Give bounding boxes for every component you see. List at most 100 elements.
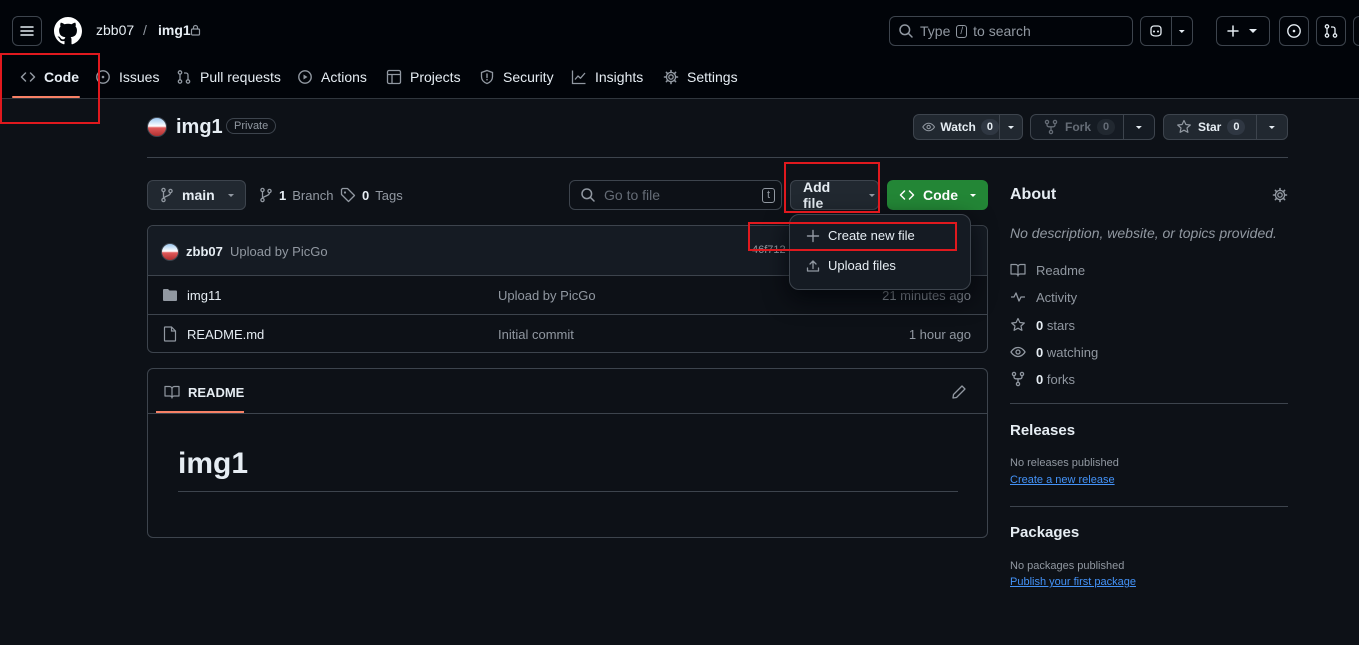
about-readme-link[interactable]: Readme: [1010, 262, 1085, 278]
copilot-icon: [1150, 25, 1162, 37]
global-search-input[interactable]: Type / to search: [889, 16, 1133, 46]
about-title: About: [1010, 186, 1057, 203]
tags-link[interactable]: 0 Tags: [340, 187, 403, 203]
about-watching-link[interactable]: 0 watching: [1010, 344, 1098, 360]
about-item-label: Readme: [1036, 262, 1086, 278]
branches-link[interactable]: 1 Branch: [259, 187, 333, 203]
go-to-file-input[interactable]: Go to file t: [569, 180, 782, 210]
star-icon: [1177, 119, 1191, 133]
tab-label: Issues: [119, 69, 160, 85]
watch-button[interactable]: Watch 0: [913, 114, 1023, 140]
file-commit-message[interactable]: Upload by PicGo: [498, 288, 596, 303]
branches-count: 1: [279, 187, 287, 203]
fork-button[interactable]: Fork 0: [1030, 114, 1155, 140]
breadcrumb-repo[interactable]: img1: [158, 22, 191, 38]
plus-icon: [1227, 25, 1257, 37]
chevron-down-icon: [227, 194, 234, 197]
tag-icon: [340, 187, 356, 203]
tab-projects[interactable]: Projects: [386, 66, 461, 88]
menu-item-upload-files[interactable]: Upload files: [806, 258, 896, 273]
copilot-button[interactable]: [1140, 16, 1193, 46]
annotation-box-create-new-file: [748, 222, 957, 251]
fork-icon: [1011, 371, 1025, 387]
about-activity-link[interactable]: Activity: [1010, 289, 1077, 305]
fork-icon: [1044, 119, 1058, 135]
tab-label: Actions: [321, 69, 367, 85]
sidebar-divider: [1010, 506, 1288, 507]
readme-tab[interactable]: README: [164, 384, 244, 400]
search-icon: [899, 24, 913, 38]
star-count: 0: [1227, 119, 1246, 135]
book-icon: [164, 385, 180, 399]
file-updated-time: 21 minutes ago: [882, 288, 971, 303]
pull-request-icon: [177, 70, 191, 84]
about-item-label: stars: [1046, 317, 1076, 333]
tab-actions[interactable]: Actions: [297, 66, 367, 88]
upload-icon: [806, 259, 820, 272]
go-to-file-placeholder: Go to file: [604, 187, 661, 203]
pencil-icon[interactable]: [951, 384, 967, 400]
create-release-link[interactable]: Create a new release: [1010, 474, 1115, 486]
create-new-button[interactable]: [1216, 16, 1270, 46]
file-name[interactable]: README.md: [187, 327, 264, 342]
file-name[interactable]: img11: [187, 288, 221, 303]
branch-select[interactable]: main: [147, 180, 246, 210]
gear-icon[interactable]: [1272, 187, 1288, 203]
pull-request-icon: [1324, 24, 1338, 38]
commit-message[interactable]: Upload by PicGo: [230, 244, 328, 259]
commit-author[interactable]: zbb07: [186, 244, 223, 259]
repo-owner-avatar[interactable]: [147, 117, 167, 137]
repo-name[interactable]: img1: [176, 116, 223, 139]
tab-label: Projects: [410, 69, 461, 85]
about-stars-link[interactable]: 0 stars: [1010, 317, 1075, 333]
inbox-button[interactable]: [1353, 16, 1359, 46]
tab-security[interactable]: Security: [479, 66, 554, 88]
table-row[interactable]: README.md Initial commit 1 hour ago: [148, 315, 987, 352]
menu-item-label: Upload files: [828, 258, 896, 273]
readme-panel: README img1: [147, 368, 988, 538]
sidebar-divider: [1010, 403, 1288, 404]
releases-title[interactable]: Releases: [1010, 422, 1075, 439]
fork-label: Fork: [1065, 120, 1092, 134]
shield-icon: [480, 69, 494, 85]
readme-divider: [148, 413, 987, 414]
code-button[interactable]: Code: [887, 180, 988, 210]
chevron-down-icon: [1136, 126, 1143, 129]
issues-global-button[interactable]: [1279, 16, 1309, 46]
tab-settings[interactable]: Settings: [663, 66, 738, 88]
hamburger-menu-button[interactable]: [12, 16, 42, 46]
breadcrumb-separator: /: [143, 22, 147, 38]
star-button[interactable]: Star 0: [1163, 114, 1288, 140]
file-updated-time: 1 hour ago: [908, 327, 971, 342]
pull-requests-global-button[interactable]: [1316, 16, 1346, 46]
tab-issues[interactable]: Issues: [95, 66, 159, 88]
about-forks-link[interactable]: 0 forks: [1010, 371, 1075, 387]
commit-author-avatar[interactable]: [161, 243, 179, 261]
about-item-count: 0: [1036, 317, 1044, 333]
go-to-file-shortcut: t: [761, 187, 775, 203]
watch-label: Watch: [940, 120, 976, 134]
breadcrumb-owner[interactable]: zbb07: [96, 22, 134, 38]
graph-icon: [571, 70, 586, 85]
tab-label: Security: [503, 69, 554, 85]
search-icon: [581, 188, 595, 202]
github-logo-icon[interactable]: [54, 17, 82, 45]
file-commit-message[interactable]: Initial commit: [498, 327, 574, 342]
tab-label: Settings: [687, 69, 738, 85]
book-icon: [1010, 263, 1026, 277]
table-icon: [386, 69, 402, 85]
packages-title[interactable]: Packages: [1010, 524, 1079, 541]
code-label: Code: [923, 187, 958, 203]
star-icon: [1011, 317, 1025, 331]
tab-insights[interactable]: Insights: [571, 66, 643, 88]
pulse-icon: [1011, 292, 1025, 302]
folder-icon: [163, 289, 177, 301]
publish-package-link[interactable]: Publish your first package: [1010, 576, 1136, 588]
lock-icon: [190, 24, 201, 36]
readme-heading: img1: [178, 447, 249, 480]
tags-label: Tags: [375, 187, 403, 203]
tab-pull-requests[interactable]: Pull requests: [176, 66, 281, 88]
file-icon: [163, 326, 177, 342]
issue-icon: [1287, 24, 1301, 38]
annotation-box-code-tab: [0, 53, 100, 124]
